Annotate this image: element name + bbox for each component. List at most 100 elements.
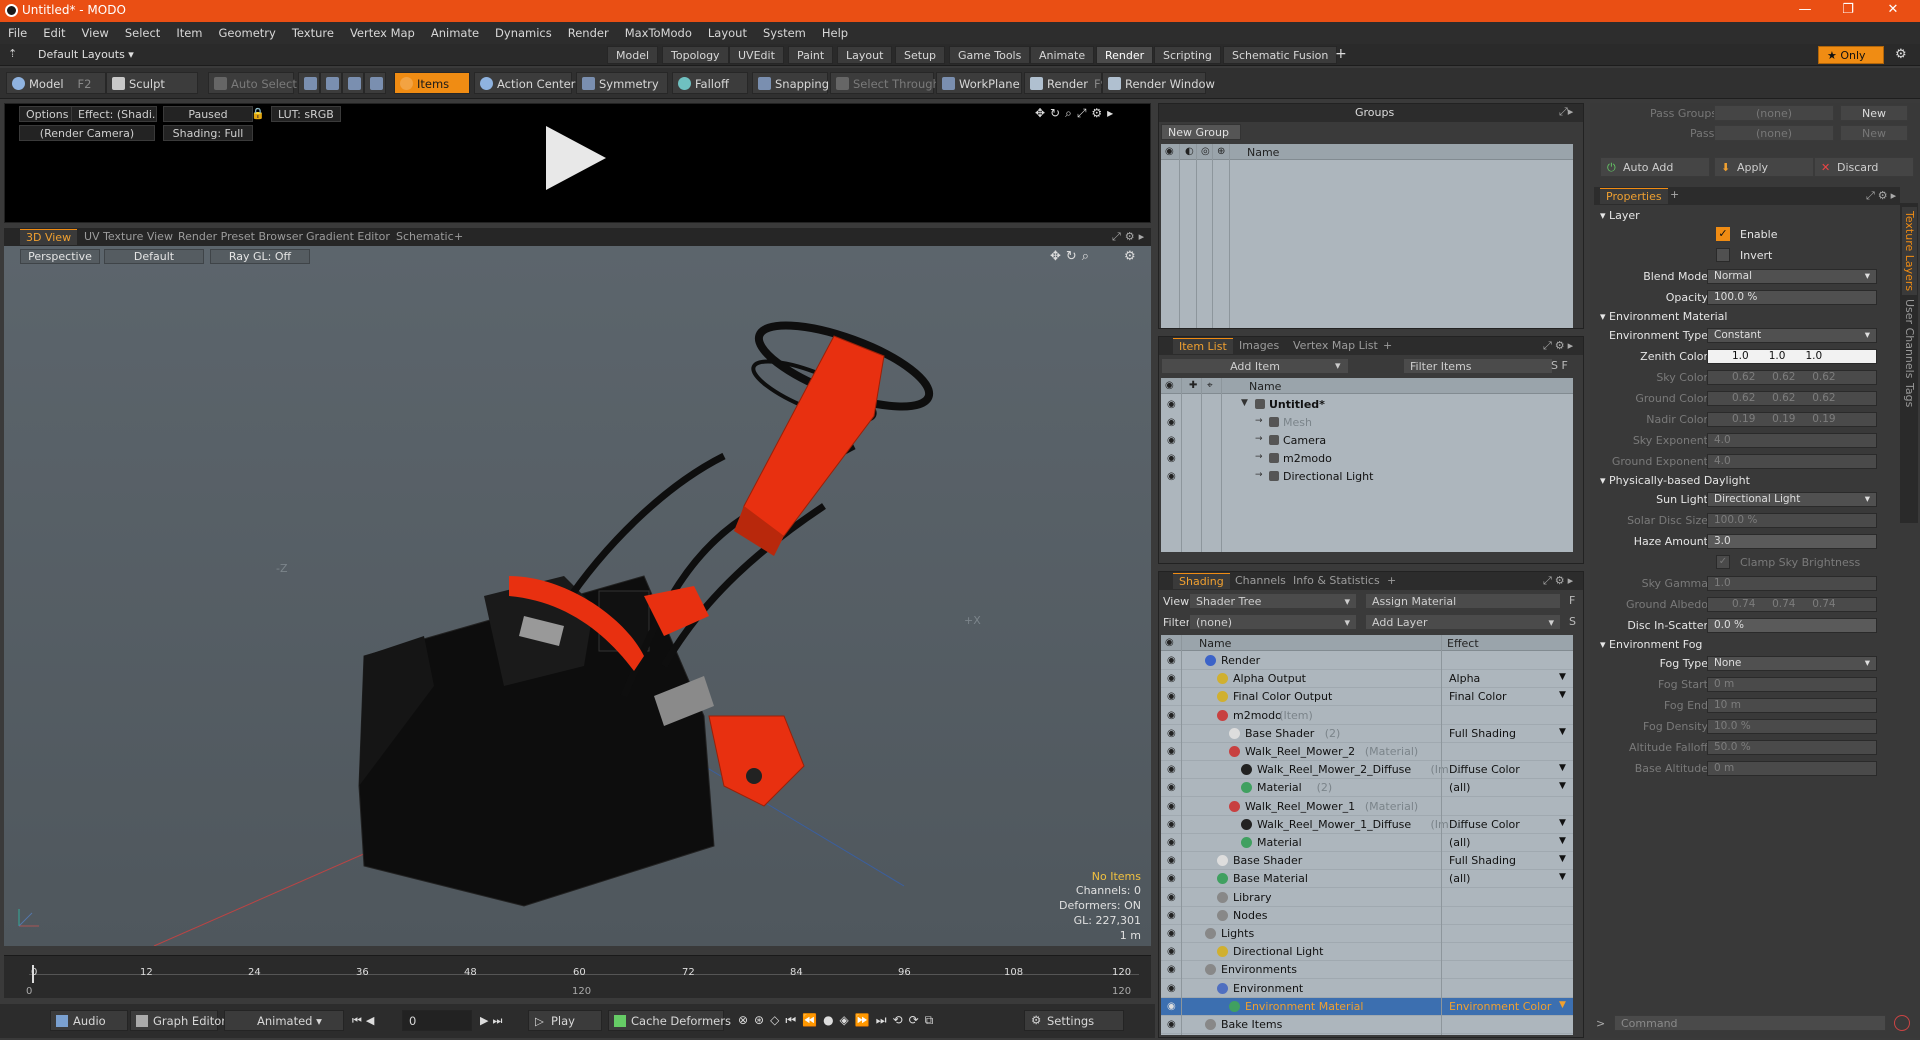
blend-mode-dropdown[interactable]: Normal ▾ [1707, 269, 1877, 284]
gear-icon[interactable]: ⚙ [1895, 47, 1907, 62]
item-list-row[interactable]: ◉ ▼ Untitled* [1161, 396, 1573, 414]
zenith-color-field[interactable]: 1.0 1.0 1.0 [1707, 349, 1877, 364]
menu-layout[interactable]: Layout [700, 22, 755, 40]
shader-tree-row[interactable]: ◉ Environments [1161, 961, 1573, 980]
effect-dropdown-icon[interactable]: ▼ [1559, 1000, 1566, 1010]
item-list-row[interactable]: ◉ → Mesh [1161, 414, 1573, 432]
effect-dropdown[interactable]: Effect: (Shadi... [71, 106, 157, 122]
visibility-eye-icon[interactable]: ◉ [1167, 435, 1179, 447]
effect-dropdown-icon[interactable]: ▼ [1559, 690, 1566, 700]
expand-arrow-icon[interactable]: → [1255, 452, 1263, 462]
visibility-eye-icon[interactable]: ◉ [1167, 946, 1179, 958]
shader-tree-row[interactable]: ◉ Base Shader Full Shading ▼ [1161, 852, 1573, 871]
item-list-tree[interactable]: ◉ ✚ ⌖ Name ◉ ▼ Untitled* ◉ → Mesh ◉ → Camera ◉ → m2… [1161, 378, 1573, 552]
visibility-eye-icon[interactable]: ◉ [1167, 453, 1179, 465]
tab-model[interactable]: Model [607, 46, 659, 64]
shader-layer-effect[interactable]: Full Shading [1449, 854, 1516, 867]
expand-arrow-icon[interactable]: → [1255, 416, 1263, 426]
playhead[interactable] [32, 965, 34, 983]
apply-button[interactable]: ⬇ Apply [1714, 157, 1814, 177]
shader-layer-effect[interactable]: (all) [1449, 781, 1470, 794]
visibility-eye-icon[interactable]: ◉ [1167, 710, 1179, 722]
close-button[interactable]: ✕ [1878, 2, 1908, 17]
shader-layer-effect[interactable]: Alpha [1449, 672, 1480, 685]
effect-dropdown-icon[interactable]: ▼ [1559, 781, 1566, 791]
tab-scripting[interactable]: Scripting [1154, 46, 1221, 64]
visibility-eye-icon[interactable]: ◉ [1167, 983, 1179, 995]
add-layer-dropdown[interactable]: Add Layer ▾ [1365, 614, 1561, 630]
model-button[interactable]: Model F2 [6, 72, 106, 94]
expand-arrow-icon[interactable]: → [1255, 470, 1263, 480]
clamp-sky-checkbox[interactable]: ✓ [1716, 555, 1730, 569]
base-altitude-field[interactable]: 0 m [1707, 761, 1877, 776]
symmetry-button[interactable]: Symmetry [576, 72, 668, 94]
itemlist-name-column[interactable]: Name [1249, 380, 1281, 393]
maximize-button[interactable]: ❐ [1833, 2, 1863, 17]
render-button[interactable]: Render F9 [1024, 72, 1108, 94]
sky-exponent-field[interactable]: 4.0 [1707, 433, 1877, 448]
3d-viewport[interactable]: Perspective Default Ray GL: Off ✥↻⌕ ⚙ -Z… [4, 246, 1151, 946]
shader-tree-row[interactable]: ◉ Environment Material Environment Color ▼ [1161, 997, 1573, 1016]
transport-back-icons[interactable]: ⏮◀ [352, 1014, 378, 1028]
polygons-mode-button[interactable] [342, 72, 364, 94]
visibility-eye-icon[interactable]: ◉ [1167, 471, 1179, 483]
visibility-eye-icon[interactable]: ◉ [1167, 782, 1179, 794]
shader-tree-row[interactable]: ◉ Alpha Output Alpha ▼ [1161, 670, 1573, 689]
opacity-field[interactable]: 100.0 % [1707, 290, 1877, 305]
tab-game-tools[interactable]: Game Tools [949, 46, 1031, 64]
passes-dropdown[interactable]: (none) [1714, 125, 1834, 141]
menu-system[interactable]: System [755, 22, 814, 40]
shader-layer-effect[interactable]: (all) [1449, 836, 1470, 849]
fog-type-dropdown[interactable]: None ▾ [1707, 656, 1877, 671]
visibility-eye-icon[interactable]: ◉ [1167, 801, 1179, 813]
side-tab-texture-layers[interactable]: Texture Layers [1902, 207, 1917, 296]
frame-field[interactable]: 0 [402, 1010, 472, 1031]
visibility-eye-icon[interactable]: ◉ [1167, 819, 1179, 831]
tab-topology[interactable]: Topology [662, 46, 729, 64]
snapping-button[interactable]: Snapping [752, 72, 829, 94]
ground-albedo-field[interactable]: 0.74 0.74 0.74 [1707, 597, 1877, 612]
tab-uv-texture-view[interactable]: UV Texture View [78, 229, 179, 245]
sun-light-dropdown[interactable]: Directional Light ▾ [1707, 492, 1877, 507]
menu-animate[interactable]: Animate [423, 22, 487, 40]
tab-gradient-editor[interactable]: Gradient Editor [300, 229, 396, 245]
visibility-eye-icon[interactable]: ◉ [1167, 728, 1179, 740]
menu-maxtomodo[interactable]: MaxToModo [617, 22, 700, 40]
groups-name-column[interactable]: Name [1247, 146, 1279, 159]
shader-layer-effect[interactable]: (all) [1449, 872, 1470, 885]
transport-forward-icons[interactable]: ▶⏭ [480, 1014, 506, 1028]
cache-deformers-button[interactable]: Cache Deformers [608, 1010, 731, 1031]
pass-groups-dropdown[interactable]: (none) [1714, 105, 1834, 121]
falloff-button[interactable]: Falloff [672, 72, 748, 94]
filter-toggle-icons[interactable]: S F [1551, 359, 1568, 372]
tab-animate[interactable]: Animate [1030, 46, 1095, 64]
visibility-eye-icon[interactable]: ◉ [1167, 655, 1179, 667]
item-list-row[interactable]: ◉ → Camera [1161, 432, 1573, 450]
shader-name-column[interactable]: Name [1199, 637, 1231, 650]
shader-tree-row[interactable]: ◉ Material (all) ▼ [1161, 834, 1573, 852]
shader-tree-row[interactable]: ◉ Base Material (all) ▼ [1161, 870, 1573, 889]
visibility-eye-icon[interactable]: ◉ [1167, 873, 1179, 885]
animated-dropdown[interactable]: Animated ▾ [224, 1010, 344, 1031]
audio-button[interactable]: Audio [50, 1010, 128, 1031]
tab-layout[interactable]: Layout [837, 46, 893, 64]
key-tool-icons[interactable]: ⊗⊛◇⏮⏪●◈⏩⏭⟲⟳⧉ [738, 1013, 939, 1028]
menu-help[interactable]: Help [814, 22, 856, 40]
filter-dropdown[interactable]: (none) ▾ [1189, 614, 1357, 630]
nadir-color-field[interactable]: 0.19 0.19 0.19 [1707, 412, 1877, 427]
menu-view[interactable]: View [74, 22, 117, 40]
paused-button[interactable]: Paused [163, 106, 253, 122]
up-arrow-icon[interactable]: ⇡ [8, 47, 17, 60]
view-options-icons[interactable]: ⤢⚙▸ [1112, 230, 1148, 244]
add-layer-s-icon[interactable]: S [1569, 615, 1576, 628]
disc-inscatter-field[interactable]: 0.0 % [1707, 618, 1877, 633]
shader-tree-row[interactable]: ◉ Library [1161, 889, 1573, 907]
shader-tree-row[interactable]: ◉ Material (2) (all) ▼ [1161, 779, 1573, 798]
fog-end-field[interactable]: 10 m [1707, 698, 1877, 713]
add-item-dropdown-icon[interactable]: ▾ [1335, 359, 1341, 372]
tab-shading[interactable]: Shading [1173, 573, 1230, 589]
altitude-falloff-field[interactable]: 50.0 % [1707, 740, 1877, 755]
tab-uvedit[interactable]: UVEdit [729, 46, 784, 64]
expand-arrow-icon[interactable]: → [1255, 434, 1263, 444]
haze-amount-field[interactable]: 3.0 [1707, 534, 1877, 549]
